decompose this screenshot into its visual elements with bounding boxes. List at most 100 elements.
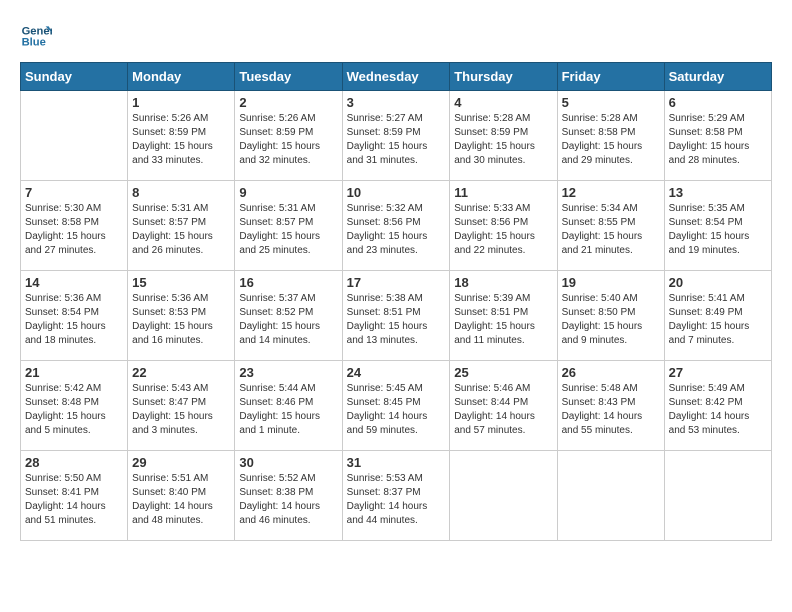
day-number: 5	[562, 95, 660, 110]
day-number: 24	[347, 365, 446, 380]
calendar-cell: 19 Sunrise: 5:40 AM Sunset: 8:50 PM Dayli…	[557, 271, 664, 361]
calendar-cell: 9 Sunrise: 5:31 AM Sunset: 8:57 PM Daylig…	[235, 181, 342, 271]
calendar-cell: 20 Sunrise: 5:41 AM Sunset: 8:49 PM Dayli…	[664, 271, 771, 361]
calendar-cell: 25 Sunrise: 5:46 AM Sunset: 8:44 PM Dayli…	[450, 361, 557, 451]
day-number: 29	[132, 455, 230, 470]
day-number: 4	[454, 95, 552, 110]
day-info: Sunrise: 5:41 AM Sunset: 8:49 PM Dayligh…	[669, 292, 767, 348]
calendar-cell: 1 Sunrise: 5:26 AM Sunset: 8:59 PM Daylig…	[128, 91, 235, 181]
logo-icon: General Blue	[20, 20, 52, 52]
calendar-cell: 27 Sunrise: 5:49 AM Sunset: 8:42 PM Dayli…	[664, 361, 771, 451]
weekday-header-monday: Monday	[128, 63, 235, 91]
day-info: Sunrise: 5:40 AM Sunset: 8:50 PM Dayligh…	[562, 292, 660, 348]
day-number: 15	[132, 275, 230, 290]
day-info: Sunrise: 5:36 AM Sunset: 8:53 PM Dayligh…	[132, 292, 230, 348]
day-number: 6	[669, 95, 767, 110]
calendar-cell: 8 Sunrise: 5:31 AM Sunset: 8:57 PM Daylig…	[128, 181, 235, 271]
day-number: 23	[239, 365, 337, 380]
day-number: 27	[669, 365, 767, 380]
day-info: Sunrise: 5:43 AM Sunset: 8:47 PM Dayligh…	[132, 382, 230, 438]
calendar-cell: 22 Sunrise: 5:43 AM Sunset: 8:47 PM Dayli…	[128, 361, 235, 451]
day-info: Sunrise: 5:38 AM Sunset: 8:51 PM Dayligh…	[347, 292, 446, 348]
weekday-header-wednesday: Wednesday	[342, 63, 450, 91]
day-info: Sunrise: 5:51 AM Sunset: 8:40 PM Dayligh…	[132, 472, 230, 528]
week-row-1: 1 Sunrise: 5:26 AM Sunset: 8:59 PM Daylig…	[21, 91, 772, 181]
day-number: 28	[25, 455, 123, 470]
week-row-3: 14Sunrise: 5:36 AM Sunset: 8:54 PM Dayli…	[21, 271, 772, 361]
day-info: Sunrise: 5:27 AM Sunset: 8:59 PM Dayligh…	[347, 112, 446, 168]
calendar-cell: 29 Sunrise: 5:51 AM Sunset: 8:40 PM Dayli…	[128, 451, 235, 541]
calendar-table: SundayMondayTuesdayWednesdayThursdayFrid…	[20, 62, 772, 541]
calendar-cell: 16 Sunrise: 5:37 AM Sunset: 8:52 PM Dayli…	[235, 271, 342, 361]
week-row-4: 21 Sunrise: 5:42 AM Sunset: 8:48 PM Dayli…	[21, 361, 772, 451]
day-number: 20	[669, 275, 767, 290]
day-number: 12	[562, 185, 660, 200]
day-number: 1	[132, 95, 230, 110]
day-info: Sunrise: 5:42 AM Sunset: 8:48 PM Dayligh…	[25, 382, 123, 438]
calendar-cell: 11 Sunrise: 5:33 AM Sunset: 8:56 PM Dayli…	[450, 181, 557, 271]
calendar-cell: 6Sunrise: 5:29 AM Sunset: 8:58 PM Daylig…	[664, 91, 771, 181]
day-info: Sunrise: 5:39 AM Sunset: 8:51 PM Dayligh…	[454, 292, 552, 348]
day-number: 31	[347, 455, 446, 470]
calendar-cell: 12Sunrise: 5:34 AM Sunset: 8:55 PM Dayli…	[557, 181, 664, 271]
day-info: Sunrise: 5:32 AM Sunset: 8:56 PM Dayligh…	[347, 202, 446, 258]
day-number: 22	[132, 365, 230, 380]
svg-text:Blue: Blue	[22, 37, 46, 49]
day-number: 11	[454, 185, 552, 200]
day-info: Sunrise: 5:31 AM Sunset: 8:57 PM Dayligh…	[132, 202, 230, 258]
day-number: 17	[347, 275, 446, 290]
day-info: Sunrise: 5:46 AM Sunset: 8:44 PM Dayligh…	[454, 382, 552, 438]
calendar-cell: 3Sunrise: 5:27 AM Sunset: 8:59 PM Daylig…	[342, 91, 450, 181]
calendar-cell: 21 Sunrise: 5:42 AM Sunset: 8:48 PM Dayli…	[21, 361, 128, 451]
weekday-header-sunday: Sunday	[21, 63, 128, 91]
calendar-cell	[450, 451, 557, 541]
weekday-header-tuesday: Tuesday	[235, 63, 342, 91]
logo: General Blue	[20, 20, 52, 52]
day-info: Sunrise: 5:49 AM Sunset: 8:42 PM Dayligh…	[669, 382, 767, 438]
calendar-cell: 17 Sunrise: 5:38 AM Sunset: 8:51 PM Dayli…	[342, 271, 450, 361]
calendar-cell: 31Sunrise: 5:53 AM Sunset: 8:37 PM Dayli…	[342, 451, 450, 541]
calendar-cell: 13 Sunrise: 5:35 AM Sunset: 8:54 PM Dayli…	[664, 181, 771, 271]
calendar-cell	[557, 451, 664, 541]
day-number: 19	[562, 275, 660, 290]
day-number: 9	[239, 185, 337, 200]
day-info: Sunrise: 5:26 AM Sunset: 8:59 PM Dayligh…	[239, 112, 337, 168]
calendar-cell: 28 Sunrise: 5:50 AM Sunset: 8:41 PM Dayli…	[21, 451, 128, 541]
calendar-cell: 30Sunrise: 5:52 AM Sunset: 8:38 PM Dayli…	[235, 451, 342, 541]
calendar-cell: 2Sunrise: 5:26 AM Sunset: 8:59 PM Daylig…	[235, 91, 342, 181]
calendar-cell: 4 Sunrise: 5:28 AM Sunset: 8:59 PM Daylig…	[450, 91, 557, 181]
day-info: Sunrise: 5:31 AM Sunset: 8:57 PM Dayligh…	[239, 202, 337, 258]
day-number: 21	[25, 365, 123, 380]
day-info: Sunrise: 5:33 AM Sunset: 8:56 PM Dayligh…	[454, 202, 552, 258]
day-info: Sunrise: 5:35 AM Sunset: 8:54 PM Dayligh…	[669, 202, 767, 258]
day-info: Sunrise: 5:48 AM Sunset: 8:43 PM Dayligh…	[562, 382, 660, 438]
day-info: Sunrise: 5:44 AM Sunset: 8:46 PM Dayligh…	[239, 382, 337, 438]
weekday-header-thursday: Thursday	[450, 63, 557, 91]
day-number: 25	[454, 365, 552, 380]
day-number: 16	[239, 275, 337, 290]
day-number: 13	[669, 185, 767, 200]
day-info: Sunrise: 5:37 AM Sunset: 8:52 PM Dayligh…	[239, 292, 337, 348]
day-info: Sunrise: 5:28 AM Sunset: 8:58 PM Dayligh…	[562, 112, 660, 168]
day-number: 14	[25, 275, 123, 290]
weekday-header-saturday: Saturday	[664, 63, 771, 91]
calendar-cell: 5 Sunrise: 5:28 AM Sunset: 8:58 PM Daylig…	[557, 91, 664, 181]
calendar-cell: 18 Sunrise: 5:39 AM Sunset: 8:51 PM Dayli…	[450, 271, 557, 361]
day-number: 8	[132, 185, 230, 200]
day-info: Sunrise: 5:30 AM Sunset: 8:58 PM Dayligh…	[25, 202, 123, 258]
calendar-cell	[21, 91, 128, 181]
day-number: 10	[347, 185, 446, 200]
day-info: Sunrise: 5:28 AM Sunset: 8:59 PM Dayligh…	[454, 112, 552, 168]
calendar-cell: 14Sunrise: 5:36 AM Sunset: 8:54 PM Dayli…	[21, 271, 128, 361]
calendar-cell: 10 Sunrise: 5:32 AM Sunset: 8:56 PM Dayli…	[342, 181, 450, 271]
calendar-cell	[664, 451, 771, 541]
week-row-5: 28 Sunrise: 5:50 AM Sunset: 8:41 PM Dayli…	[21, 451, 772, 541]
day-info: Sunrise: 5:50 AM Sunset: 8:41 PM Dayligh…	[25, 472, 123, 528]
day-info: Sunrise: 5:52 AM Sunset: 8:38 PM Dayligh…	[239, 472, 337, 528]
calendar-cell: 23 Sunrise: 5:44 AM Sunset: 8:46 PM Dayli…	[235, 361, 342, 451]
weekday-header-friday: Friday	[557, 63, 664, 91]
day-info: Sunrise: 5:45 AM Sunset: 8:45 PM Dayligh…	[347, 382, 446, 438]
day-info: Sunrise: 5:26 AM Sunset: 8:59 PM Dayligh…	[132, 112, 230, 168]
day-number: 7	[25, 185, 123, 200]
day-number: 18	[454, 275, 552, 290]
